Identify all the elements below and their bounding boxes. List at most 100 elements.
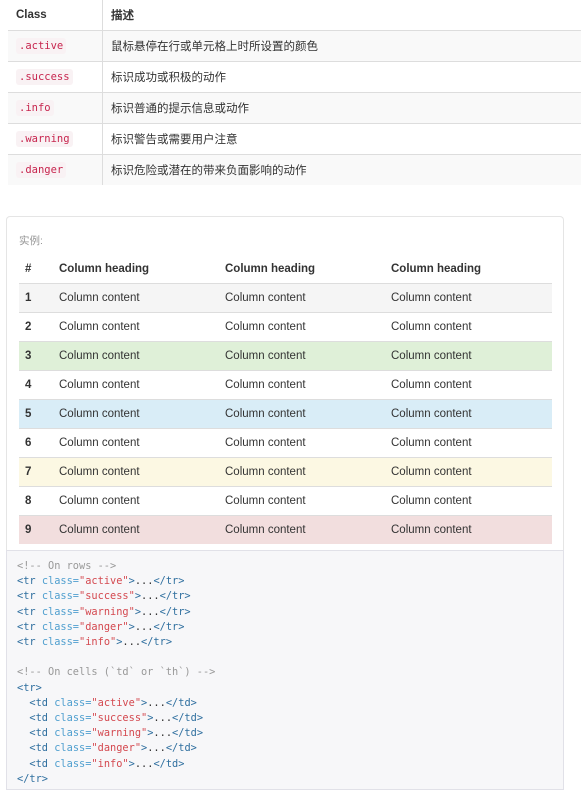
code-token: class= xyxy=(42,621,79,633)
cell: Column content xyxy=(53,371,219,400)
code-token: ... xyxy=(153,727,172,739)
code-token: "danger" xyxy=(79,621,129,633)
code-token: <td xyxy=(29,697,54,709)
code-token: </tr> xyxy=(160,606,191,618)
code-token: "danger" xyxy=(91,742,141,754)
cell: Column content xyxy=(219,429,385,458)
row-number: 8 xyxy=(19,487,53,516)
table-row: 6Column contentColumn contentColumn cont… xyxy=(19,429,552,458)
class-description: 标识普通的提示信息或动作 xyxy=(103,93,581,124)
code-token: "success" xyxy=(91,712,147,724)
code-token xyxy=(17,712,29,724)
row-number: 5 xyxy=(19,400,53,429)
cell: Column content xyxy=(219,342,385,371)
code-line: <td class="active">...</td> xyxy=(17,696,553,711)
cell: Column content xyxy=(53,487,219,516)
cell: Column content xyxy=(53,458,219,487)
row-number: 2 xyxy=(19,313,53,342)
classes-reference-table: Class 描述 .active鼠标悬停在行或单元格上时所设置的颜色.succe… xyxy=(8,0,581,185)
code-line: <td class="info">...</td> xyxy=(17,757,553,772)
cell: Column content xyxy=(219,313,385,342)
column-heading: Column heading xyxy=(219,255,385,284)
code-token: class= xyxy=(42,575,79,587)
cell: Column content xyxy=(385,516,552,545)
table-row: .warning 标识警告或需要用户注意 xyxy=(8,124,581,155)
code-token xyxy=(17,758,29,770)
cell: Column content xyxy=(219,516,385,545)
code-token: class= xyxy=(54,727,91,739)
column-heading: Column heading xyxy=(385,255,552,284)
table-row: 3Column contentColumn contentColumn cont… xyxy=(19,342,552,371)
table-row: .info标识普通的提示信息或动作 xyxy=(8,93,581,124)
code-token: class= xyxy=(54,742,91,754)
header-description: 描述 xyxy=(103,0,581,31)
table-row: 1Column contentColumn contentColumn cont… xyxy=(19,284,552,313)
cell: Column content xyxy=(385,429,552,458)
class-description: 鼠标悬停在行或单元格上时所设置的颜色 xyxy=(103,31,581,62)
code-token: class= xyxy=(42,590,79,602)
code-token xyxy=(17,697,29,709)
example-table: # Column heading Column heading Column h… xyxy=(19,255,552,544)
class-description: 标识危险或潜在的带来负面影响的动作 xyxy=(103,155,581,186)
class-description: 标识成功或积极的动作 xyxy=(103,62,581,93)
code-token: <tr xyxy=(17,590,42,602)
code-line: <!-- On rows --> xyxy=(17,559,553,574)
table-row: .success 标识成功或积极的动作 xyxy=(8,62,581,93)
code-token: ... xyxy=(153,712,172,724)
table-row: 2Column contentColumn contentColumn cont… xyxy=(19,313,552,342)
code-token: <!-- On rows --> xyxy=(17,560,116,572)
code-token: class= xyxy=(54,697,91,709)
code-token: <tr> xyxy=(17,682,42,694)
cell: Column content xyxy=(385,342,552,371)
table-row: .active鼠标悬停在行或单元格上时所设置的颜色 xyxy=(8,31,581,62)
cell: Column content xyxy=(53,400,219,429)
class-name: .success xyxy=(16,69,73,85)
cell: Column content xyxy=(385,313,552,342)
code-line: <!-- On cells (`td` or `th`) --> xyxy=(17,665,553,680)
code-token: </tr> xyxy=(153,575,184,587)
code-token: ... xyxy=(122,636,141,648)
code-line: <td class="warning">...</td> xyxy=(17,726,553,741)
cell: Column content xyxy=(219,284,385,313)
class-description: 标识警告或需要用户注意 xyxy=(103,124,581,155)
table-row: 4Column contentColumn contentColumn cont… xyxy=(19,371,552,400)
code-token: ... xyxy=(147,697,166,709)
cell: Column content xyxy=(53,313,219,342)
code-token: </td> xyxy=(166,742,197,754)
code-token: <td xyxy=(29,758,54,770)
class-name: .danger xyxy=(16,162,66,178)
code-line xyxy=(17,650,553,665)
code-token: <!-- On cells (`td` or `th`) --> xyxy=(17,666,215,678)
code-line: <tr class="info">...</tr> xyxy=(17,635,553,650)
table-row: 5Column contentColumn contentColumn cont… xyxy=(19,400,552,429)
code-token: ... xyxy=(141,606,160,618)
code-token: class= xyxy=(42,606,79,618)
code-token: </tr> xyxy=(153,621,184,633)
code-token: ... xyxy=(141,590,160,602)
class-name: .warning xyxy=(16,131,73,147)
code-line: <tr class="danger">...</tr> xyxy=(17,620,553,635)
table-row: 7Column contentColumn contentColumn cont… xyxy=(19,458,552,487)
code-token: "info" xyxy=(91,758,128,770)
header-class: Class xyxy=(8,0,103,31)
code-token: "active" xyxy=(91,697,141,709)
code-token: "warning" xyxy=(79,606,135,618)
cell: Column content xyxy=(385,284,552,313)
cell: Column content xyxy=(385,371,552,400)
code-token: <tr xyxy=(17,606,42,618)
code-token: <td xyxy=(29,742,54,754)
code-token: class= xyxy=(54,758,91,770)
code-line: <tr class="success">...</tr> xyxy=(17,589,553,604)
code-token: </tr> xyxy=(160,590,191,602)
code-line: </tr> xyxy=(17,772,553,787)
code-token: </td> xyxy=(153,758,184,770)
row-number: 4 xyxy=(19,371,53,400)
code-token: <tr xyxy=(17,621,42,633)
header-number: # xyxy=(19,255,53,284)
row-number: 3 xyxy=(19,342,53,371)
code-line: <tr class="warning">...</tr> xyxy=(17,605,553,620)
code-token: <tr xyxy=(17,575,42,587)
code-line: <tr class="active">...</tr> xyxy=(17,574,553,589)
cell: Column content xyxy=(53,429,219,458)
code-token: ... xyxy=(135,575,154,587)
